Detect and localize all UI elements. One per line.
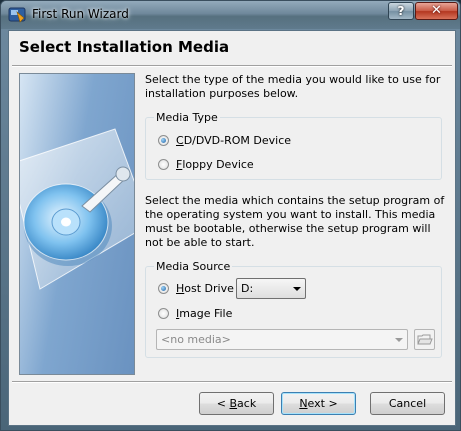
media-source-label: Media Source [154, 260, 233, 273]
cd-dvd-radio-indicator[interactable] [158, 135, 169, 146]
media-type-label: Media Type [154, 111, 220, 124]
host-drive-value: D: [241, 282, 254, 295]
image-file-radio-label: Image File [176, 307, 233, 320]
next-button[interactable]: Next > [281, 392, 356, 415]
hard-disk-wizard-icon [20, 128, 134, 290]
host-drive-radio-indicator[interactable] [158, 283, 169, 294]
media-source-group: Media Source Host Drive D: Image File <n… [145, 260, 442, 358]
image-file-radio-indicator[interactable] [158, 308, 169, 319]
wizard-window: First Run Wizard ? ✕ Select Installation… [0, 0, 461, 431]
source-text: Select the media which contains the setu… [145, 194, 445, 249]
virtualbox-icon [8, 7, 26, 23]
intro-text: Select the type of the media you would l… [145, 73, 441, 100]
cd-dvd-radio-label: CD/DVD-ROM Device [176, 134, 292, 147]
header-separator [12, 65, 452, 67]
image-file-select[interactable]: <no media> [156, 329, 408, 350]
title-bar[interactable]: First Run Wizard ? ✕ [1, 1, 460, 29]
media-type-group: Media Type CD/DVD-ROM Device Floppy Devi… [145, 111, 442, 180]
wizard-page: Select Installation Media Select the typ… [8, 30, 456, 426]
floppy-radio-label: Floppy Device [176, 158, 254, 171]
window-title: First Run Wizard [32, 7, 129, 21]
floppy-radio-indicator[interactable] [158, 159, 169, 170]
back-button[interactable]: < Back [199, 392, 274, 415]
close-icon: ✕ [431, 3, 442, 18]
page-title: Select Installation Media [19, 38, 230, 56]
host-drive-radio[interactable]: Host Drive [158, 282, 234, 295]
wizard-banner [19, 73, 135, 375]
image-file-value: <no media> [161, 333, 231, 346]
cd-dvd-radio[interactable]: CD/DVD-ROM Device [158, 134, 291, 147]
browse-image-button[interactable] [414, 329, 435, 350]
image-file-radio[interactable]: Image File [158, 307, 232, 320]
host-drive-select[interactable]: D: [236, 278, 306, 299]
chevron-down-icon [395, 338, 403, 342]
open-folder-icon [417, 334, 433, 345]
help-icon: ? [397, 4, 405, 18]
chevron-down-icon [293, 287, 301, 291]
cancel-button[interactable]: Cancel [370, 392, 445, 415]
help-button[interactable]: ? [388, 2, 414, 20]
footer-separator [12, 381, 452, 383]
host-drive-radio-label: Host Drive [176, 282, 234, 295]
floppy-radio[interactable]: Floppy Device [158, 158, 254, 171]
close-button[interactable]: ✕ [415, 2, 458, 20]
